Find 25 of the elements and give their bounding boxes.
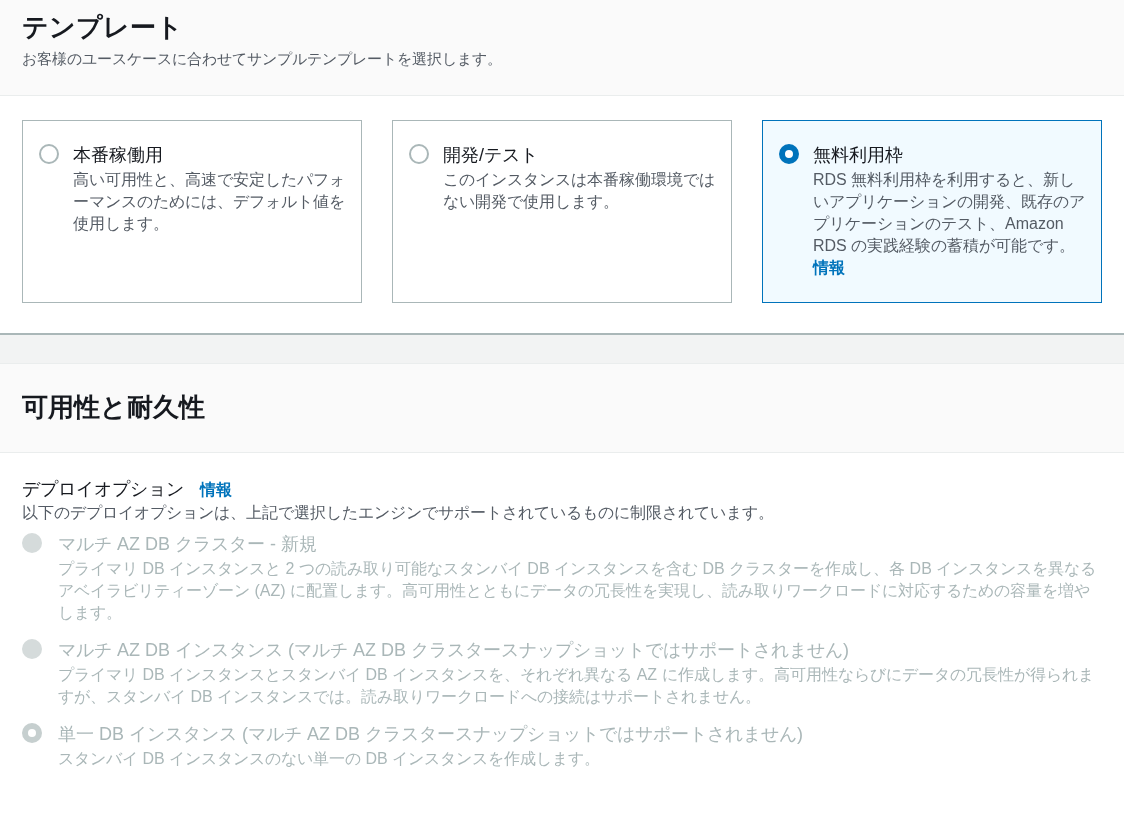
- option-label: マルチ AZ DB インスタンス (マルチ AZ DB クラスタースナップショットではサポートされません): [58, 639, 850, 662]
- option-description: 高い可用性と、高速で安定したパフォーマンスのためには、デフォルト値を使用します。: [73, 170, 345, 234]
- radio-button[interactable]: [409, 144, 429, 164]
- field-label: デプロイオプション: [22, 478, 184, 501]
- field-description: 以下のデプロイオプションは、上記で選択したエンジンでサポートされているものに制限されています。: [22, 503, 775, 523]
- option-description: このインスタンスは本番稼働環境ではない開発で使用します。: [443, 170, 715, 212]
- section-title: 可用性と耐久性: [22, 391, 206, 424]
- section-description: お客様のユースケースに合わせてサンプルテンプレートを選択します。: [22, 50, 503, 69]
- option-label: 単一 DB インスタンス (マルチ AZ DB クラスタースナップショットではサポートされません): [58, 723, 803, 746]
- section-title: テンプレート: [22, 11, 184, 44]
- option-label: 無料利用枠: [813, 144, 904, 167]
- info-link[interactable]: 情報: [200, 480, 232, 501]
- option-label: 開発/テスト: [443, 144, 539, 167]
- template-card[interactable]: 無料利用枠 RDS 無料利用枠を利用すると、新しいアプリケーションの開発、既存のアプリケーションのテスト、Amazon RDS の実践経験の蓄積が可能です。 情報: [762, 120, 1102, 303]
- option-description: スタンバイ DB インスタンスのない単一の DB インスタンスを作成します。: [58, 749, 602, 769]
- option-label: マルチ AZ DB クラスター - 新規: [58, 533, 318, 556]
- option-label: 本番稼働用: [73, 144, 164, 167]
- option-description: プライマリ DB インスタンスとスタンバイ DB インスタンスを、それぞれ異なる AZ に作成します。高可用性ならびにデータの冗長性が得られますが、スタンバイ DB インスタンスでは。読み取りワークロードへの接続はサポートされません。: [58, 665, 1095, 707]
- radio-button[interactable]: [39, 144, 59, 164]
- radio-button[interactable]: [779, 144, 799, 164]
- template-card[interactable]: 開発/テスト このインスタンスは本番稼働環境ではない開発で使用します。: [392, 120, 732, 303]
- template-card[interactable]: 本番稼働用 高い可用性と、高速で安定したパフォーマンスのためには、デフォルト値を使用します。: [22, 120, 362, 303]
- option-description: RDS 無料利用枠を利用すると、新しいアプリケーションの開発、既存のアプリケーションのテスト、Amazon RDS の実践経験の蓄積が可能です。 情報: [813, 170, 1085, 278]
- option-description: プライマリ DB インスタンスと 2 つの読み取り可能なスタンバイ DB インスタンスを含む DB クラスターを作成し、各 DB インスタンスを異なるアベイラビリティーゾーン (AZ) に配置します。高可用性とともにデータの冗長性を実現し、読み取りワークロードに対応するための容量を増やします。: [58, 559, 1098, 623]
- info-link[interactable]: 情報: [813, 259, 845, 276]
